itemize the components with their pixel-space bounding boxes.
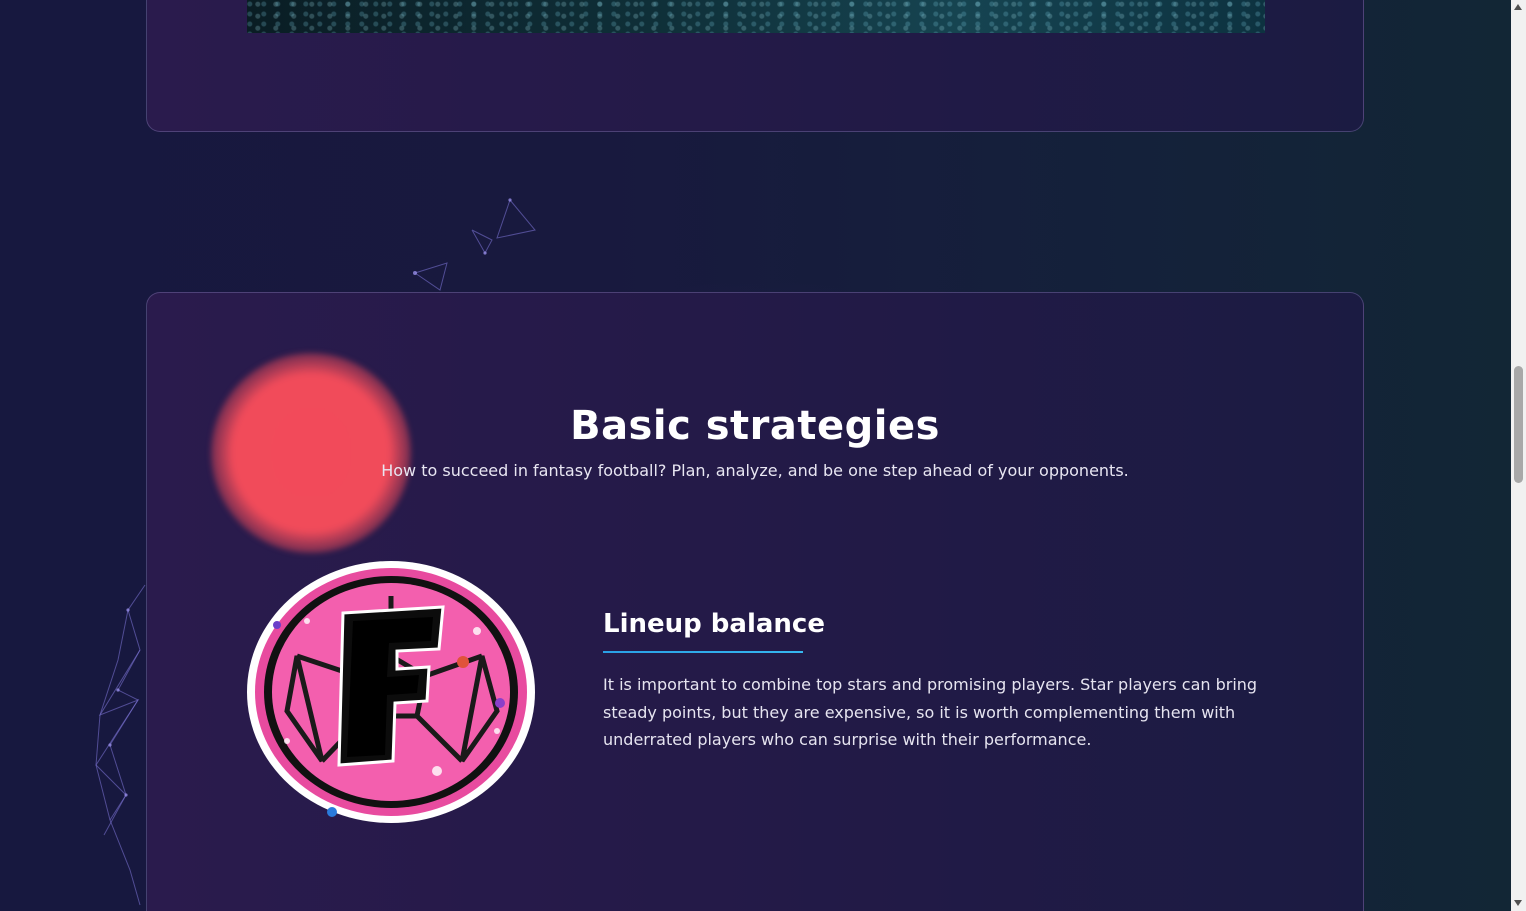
feature-lineup-balance: Lineup balance It is important to combin… xyxy=(603,609,1283,754)
feature-description: It is important to combine top stars and… xyxy=(603,675,1258,749)
feature-title-underline xyxy=(603,651,803,653)
section-subtitle: How to succeed in fantasy football? Plan… xyxy=(381,461,1129,480)
vertical-scrollbar[interactable] xyxy=(1511,0,1526,911)
page-viewport: Basic strategies How to succeed in fanta… xyxy=(0,0,1511,911)
previous-section-card xyxy=(146,0,1364,132)
strategies-section-card: Basic strategies How to succeed in fanta… xyxy=(146,292,1364,911)
decorative-blob xyxy=(211,353,411,553)
football-f-badge-icon xyxy=(247,561,535,823)
feature-title: Lineup balance xyxy=(603,609,825,639)
scroll-up-arrow-icon[interactable] xyxy=(1514,4,1522,10)
hero-image xyxy=(247,0,1265,33)
scroll-down-arrow-icon[interactable] xyxy=(1514,900,1522,906)
scrollbar-thumb[interactable] xyxy=(1514,366,1523,483)
section-title: Basic strategies xyxy=(570,403,940,449)
